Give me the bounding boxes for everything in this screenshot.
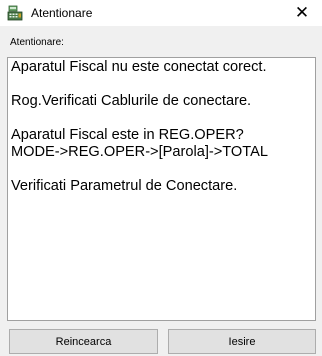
close-button[interactable]: ✕ [282, 0, 322, 26]
retry-button[interactable]: Reincearca [9, 329, 158, 354]
message-textarea[interactable]: Aparatul Fiscal nu este conectat corect.… [7, 57, 316, 321]
message-line: Verificati Parametrul de Conectare. [11, 178, 238, 194]
window-title: Atentionare [31, 6, 93, 20]
message-line: Rog.Verificati Cablurile de conectare. [11, 93, 252, 109]
dialog-content: Atentionare: Aparatul Fiscal nu este con… [0, 26, 322, 356]
title-bar[interactable]: Atentionare ✕ [0, 0, 322, 26]
message-line: MODE->REG.OPER->[Parola]->TOTAL [11, 144, 268, 160]
cash-register-icon [7, 5, 23, 21]
message-line: Aparatul Fiscal este in REG.OPER? [11, 127, 244, 143]
group-label: Atentionare: [10, 37, 64, 48]
dialog-window: Atentionare ✕ Atentionare: Aparatul Fisc… [0, 0, 322, 356]
close-icon: ✕ [294, 3, 310, 22]
message-line: Aparatul Fiscal nu este conectat corect. [11, 59, 267, 75]
exit-button[interactable]: Iesire [168, 329, 316, 354]
